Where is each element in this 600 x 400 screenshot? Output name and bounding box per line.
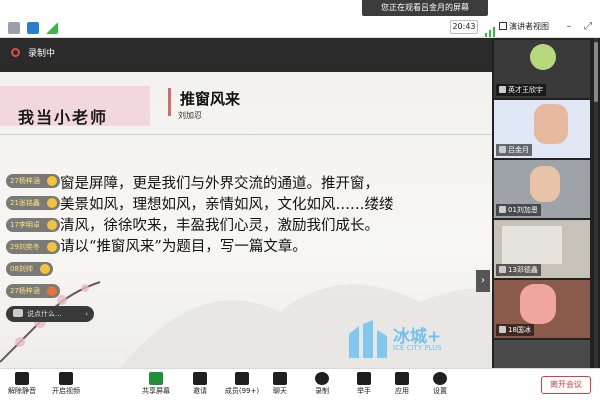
participant-tile[interactable]: 01刘加恩 bbox=[494, 160, 590, 218]
slide-body-line: 美景如风，理想如风，亲情如风，文化如风……缕缕 bbox=[60, 197, 394, 213]
chat-icon bbox=[273, 372, 287, 385]
title-accent-bar bbox=[168, 88, 171, 116]
participant-tile[interactable] bbox=[494, 340, 590, 368]
share-screen-button[interactable]: 共享屏幕 bbox=[134, 371, 178, 399]
start-video-button[interactable]: 开启视频 bbox=[44, 371, 88, 399]
person-icon bbox=[499, 86, 506, 93]
person-icon bbox=[499, 266, 506, 273]
participant-tile[interactable]: 18国冰 bbox=[494, 280, 590, 338]
info-icon[interactable] bbox=[8, 22, 20, 34]
participants-panel: 英才王欣宇 吕金月 01刘加恩 13邓德鑫 18国冰 bbox=[492, 38, 600, 368]
grid-icon bbox=[499, 22, 507, 30]
chat-message: 27杨梓涵 bbox=[6, 284, 60, 298]
slide-body-line: 请以“推窗风来”为题目，写一篇文章。 bbox=[60, 239, 307, 255]
slide-title: 推窗风来 bbox=[180, 90, 241, 108]
recording-bar: 录制中 bbox=[0, 38, 492, 68]
ice-city-logo: 冰城+ ICE CITY PLUS bbox=[345, 320, 442, 364]
person-icon bbox=[499, 206, 506, 213]
record-icon bbox=[315, 372, 329, 385]
settings-button[interactable]: 设置 bbox=[418, 371, 462, 399]
record-icon bbox=[11, 48, 20, 57]
thumbs-up-icon bbox=[46, 220, 57, 230]
gear-icon bbox=[433, 372, 447, 385]
bottom-toolbar: 解除静音 开启视频 共享屏幕 邀请 成员(99+) 聊天 录制 举手 应用 设置… bbox=[0, 368, 600, 400]
avatar bbox=[530, 44, 556, 70]
chat-input[interactable]: 说点什么... ‹ bbox=[6, 306, 94, 322]
person-icon bbox=[499, 146, 506, 153]
recording-label: 录制中 bbox=[28, 49, 56, 59]
participant-tile[interactable]: 英才王欣宇 bbox=[494, 40, 590, 98]
collapse-panel-button[interactable]: › bbox=[476, 270, 490, 292]
person-icon bbox=[499, 326, 506, 333]
participant-video bbox=[520, 284, 556, 324]
meeting-timer: 20:43 bbox=[450, 20, 478, 34]
add-person-icon bbox=[193, 372, 207, 385]
slide-header-text: 我当小老师 bbox=[18, 108, 109, 127]
clap-icon bbox=[46, 286, 57, 296]
scrollbar-thumb[interactable] bbox=[594, 42, 598, 102]
logo-subtext: ICE CITY PLUS bbox=[393, 344, 442, 352]
speaker-view-button[interactable]: 演讲者视图 ▾ bbox=[499, 20, 555, 45]
participant-video bbox=[502, 226, 562, 264]
slide-body-line: 清风，徐徐吹来，丰盈我们心灵，激励我们成长。 bbox=[60, 218, 379, 234]
slide-header-band: 我当小老师 bbox=[0, 86, 150, 127]
shared-screen: 录制中 我当小老师 推窗风来 刘加忍 窗是屏障，更是我们与外界交流的通道。推开窗… bbox=[0, 38, 492, 368]
chat-message: 29刘奕冬 bbox=[6, 240, 60, 254]
chat-bubble-icon bbox=[13, 309, 23, 317]
participant-tile[interactable]: 13邓德鑫 bbox=[494, 220, 590, 278]
unmute-button[interactable]: 解除静音 bbox=[0, 371, 44, 399]
minimize-button[interactable]: – bbox=[563, 20, 575, 34]
shield-icon[interactable] bbox=[27, 22, 39, 34]
network-icon bbox=[485, 22, 495, 37]
thumbs-up-icon bbox=[46, 176, 57, 186]
apps-grid-icon bbox=[395, 372, 409, 385]
record-button[interactable]: 录制 bbox=[300, 371, 344, 399]
hand-icon bbox=[357, 372, 371, 385]
top-bar: 您正在观看吕金月的屏幕 20:43 演讲者视图 ▾ – ⤢ bbox=[0, 0, 600, 45]
presentation-slide: 我当小老师 推窗风来 刘加忍 窗是屏障，更是我们与外界交流的通道。推开窗， 美景… bbox=[0, 72, 492, 368]
thumbs-up-icon bbox=[46, 242, 57, 252]
thumbs-up-icon bbox=[39, 264, 50, 274]
slide-divider bbox=[0, 134, 492, 135]
chat-message: 17李明卓 bbox=[6, 218, 60, 232]
chat-message: 21张铭鑫 bbox=[6, 196, 60, 210]
ice-city-logo-icon bbox=[349, 320, 387, 358]
slide-body-line: 窗是屏障，更是我们与外界交流的通道。推开窗， bbox=[60, 176, 379, 192]
slide-author: 刘加忍 bbox=[178, 111, 202, 120]
microphone-muted-icon bbox=[15, 372, 29, 385]
slide-body: 窗是屏障，更是我们与外界交流的通道。推开窗， 美景如风，理想如风，亲情如风，文化… bbox=[60, 174, 472, 258]
chat-message: 27杨梓涵 bbox=[6, 174, 60, 188]
chat-button[interactable]: 聊天 bbox=[258, 371, 302, 399]
meeting-window: 您正在观看吕金月的屏幕 20:43 演讲者视图 ▾ – ⤢ 录制中 bbox=[0, 0, 600, 400]
thumbs-up-icon bbox=[46, 198, 57, 208]
participant-video bbox=[534, 104, 568, 144]
fullscreen-button[interactable]: ⤢ bbox=[582, 20, 594, 34]
participant-tile[interactable]: 吕金月 bbox=[494, 100, 590, 158]
leave-meeting-button[interactable]: 离开会议 bbox=[541, 376, 591, 394]
chat-message: 08刘帅 bbox=[6, 262, 53, 276]
invite-button[interactable]: 邀请 bbox=[178, 371, 222, 399]
participant-video bbox=[530, 166, 560, 202]
sharing-banner: 您正在观看吕金月的屏幕 bbox=[362, 0, 488, 16]
participants-scrollbar[interactable] bbox=[594, 38, 598, 368]
share-screen-icon bbox=[149, 372, 163, 385]
camera-off-icon bbox=[59, 372, 73, 385]
signal-icon[interactable] bbox=[46, 22, 58, 34]
people-icon bbox=[235, 372, 249, 385]
chevron-left-icon[interactable]: ‹ bbox=[85, 306, 88, 322]
